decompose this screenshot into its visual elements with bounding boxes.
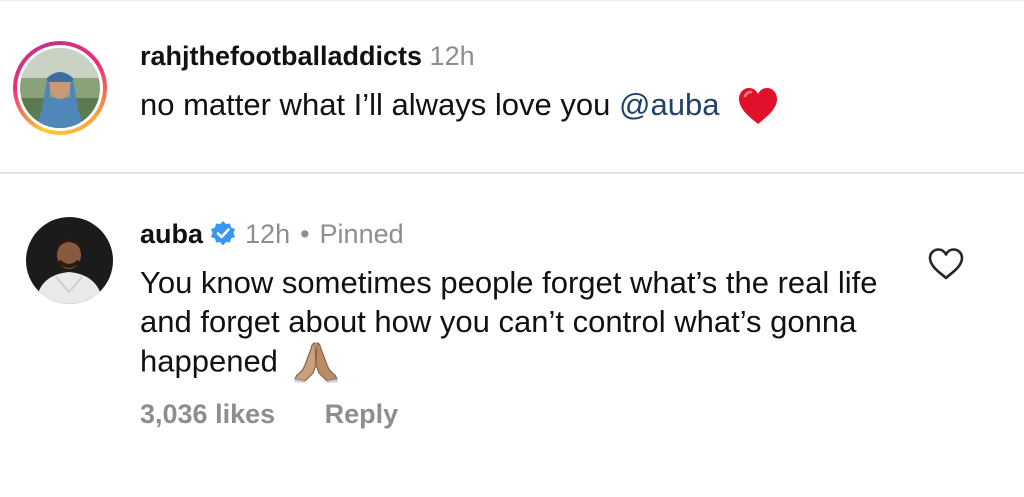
mention-link[interactable]: @auba (619, 87, 719, 122)
comment-header: rahjthefootballaddicts 12h (140, 40, 475, 72)
comment-body: no matter what I’ll always love you (140, 87, 619, 122)
likes-count[interactable]: 3,036 likes (140, 399, 275, 429)
comment-divider (0, 172, 1024, 174)
folded-hands-icon (287, 341, 339, 386)
avatar (20, 48, 100, 128)
timestamp: 12h (245, 219, 291, 249)
comment-auba-pinned: auba 12h • Pinned You know sometimes peo… (0, 175, 1024, 497)
comment-text: no matter what I’ll always love you @aub… (140, 86, 780, 127)
username[interactable]: rahjthefootballaddicts (140, 41, 422, 71)
avatar-story-ring[interactable] (13, 41, 107, 135)
pinned-label: Pinned (319, 219, 404, 249)
comment-actions: 3,036 likes Reply (140, 399, 398, 430)
reply-button[interactable]: Reply (325, 399, 399, 429)
comment-rahj: rahjthefootballaddicts 12h no matter wha… (0, 0, 1024, 172)
like-heart-icon[interactable] (927, 247, 965, 281)
red-heart-icon (728, 86, 780, 127)
verified-badge-icon (209, 220, 237, 248)
comment-text: You know sometimes people forget what’s … (140, 263, 900, 386)
avatar[interactable] (26, 217, 113, 304)
comment-body: You know sometimes people forget what’s … (140, 265, 878, 379)
comment-header: auba 12h • Pinned (140, 218, 404, 250)
separator-dot: • (300, 219, 310, 249)
username[interactable]: auba (140, 218, 203, 250)
timestamp: 12h (429, 41, 475, 71)
